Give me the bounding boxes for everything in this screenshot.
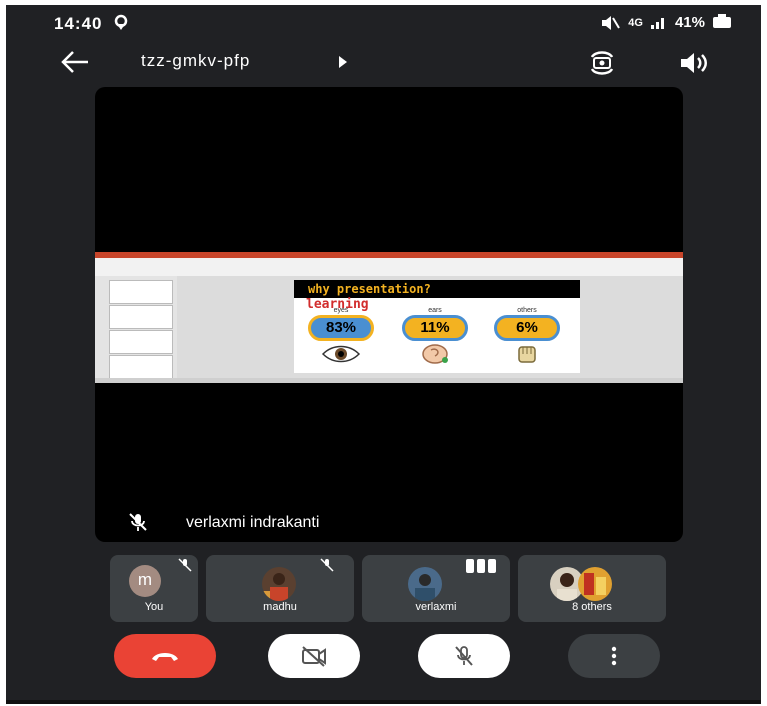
main-participant-name: verlaxmi indrakanti <box>186 514 320 531</box>
current-slide: why presentation? learning eyes 83% ears… <box>294 280 580 373</box>
slide-percent-badge: 6% <box>494 315 560 341</box>
main-video-tile[interactable]: why presentation? learning eyes 83% ears… <box>95 87 683 542</box>
slide-column-label: eyes <box>333 307 349 314</box>
slide-thumbnail <box>109 330 173 354</box>
slide-thumbnails <box>95 276 178 379</box>
more-options-button[interactable] <box>568 634 660 678</box>
avatar <box>408 567 442 601</box>
slide-thumbnail <box>109 305 173 329</box>
participant-name: verlaxmi <box>415 601 457 613</box>
mic-off-icon <box>455 646 473 666</box>
battery-icon <box>713 14 731 28</box>
slide-column-ears: ears 11% <box>398 307 472 371</box>
status-bar: 14:40 4G 41% <box>6 5 761 41</box>
slide-thumbnail <box>109 355 173 379</box>
participant-tile-verlaxmi[interactable]: verlaxmi <box>362 555 510 622</box>
mic-off-icon <box>129 513 147 531</box>
switch-camera-icon[interactable] <box>586 48 618 78</box>
status-right: 4G 41% <box>600 14 731 31</box>
avatar: m <box>129 565 161 597</box>
end-call-button[interactable] <box>114 634 216 678</box>
hang-up-icon <box>152 653 178 661</box>
slide-header: why presentation? <box>294 280 580 298</box>
slide-percent-badge: 83% <box>308 315 374 341</box>
speaker-icon[interactable] <box>679 50 709 76</box>
meet-call-screen: 14:40 4G 41% tzz-gmkv-pfp why presentati… <box>6 5 761 704</box>
hand-icon <box>518 346 536 363</box>
meeting-code[interactable]: tzz-gmkv-pfp <box>141 51 250 71</box>
slide-column-eyes: eyes 83% <box>304 307 378 371</box>
app-ribbon <box>95 258 683 277</box>
bottom-edge <box>6 700 761 704</box>
back-arrow-icon[interactable] <box>60 49 90 75</box>
network-type: 4G <box>628 16 643 29</box>
camera-off-icon <box>302 646 326 667</box>
participant-tile-madhu[interactable]: madhu <box>206 555 354 622</box>
speaking-indicator-icon <box>466 559 496 573</box>
mic-off-icon <box>320 558 334 572</box>
location-icon <box>114 14 128 30</box>
participant-tile-you[interactable]: m You <box>110 555 198 622</box>
status-time: 14:40 <box>54 14 103 33</box>
avatar <box>578 567 612 601</box>
slide-title: why presentation? <box>308 282 431 296</box>
ear-icon <box>422 344 448 364</box>
mic-toggle-button[interactable] <box>418 634 510 678</box>
more-vert-icon <box>611 646 617 666</box>
avatar <box>262 567 296 601</box>
participant-name: madhu <box>263 601 297 613</box>
mute-notifications-icon <box>602 15 621 30</box>
participant-tile-others[interactable]: 8 others <box>518 555 666 622</box>
shared-screen: why presentation? learning eyes 83% ears… <box>95 252 683 383</box>
slide-column-label: others <box>517 307 537 314</box>
battery-percent: 41% <box>674 14 705 31</box>
play-arrow-icon[interactable] <box>338 56 348 68</box>
eye-icon <box>321 345 361 363</box>
slide-column-label: ears <box>428 307 442 314</box>
participant-name: 8 others <box>572 601 612 613</box>
meeting-header: tzz-gmkv-pfp <box>6 41 761 85</box>
app-status-bar <box>95 378 683 383</box>
slide-column-others: others 6% <box>490 307 564 371</box>
slide-thumbnail <box>109 280 173 304</box>
signal-icon <box>650 18 664 29</box>
participant-name: You <box>144 601 164 613</box>
slide-percent-badge: 11% <box>402 315 468 341</box>
mic-off-icon <box>178 558 192 572</box>
camera-toggle-button[interactable] <box>268 634 360 678</box>
